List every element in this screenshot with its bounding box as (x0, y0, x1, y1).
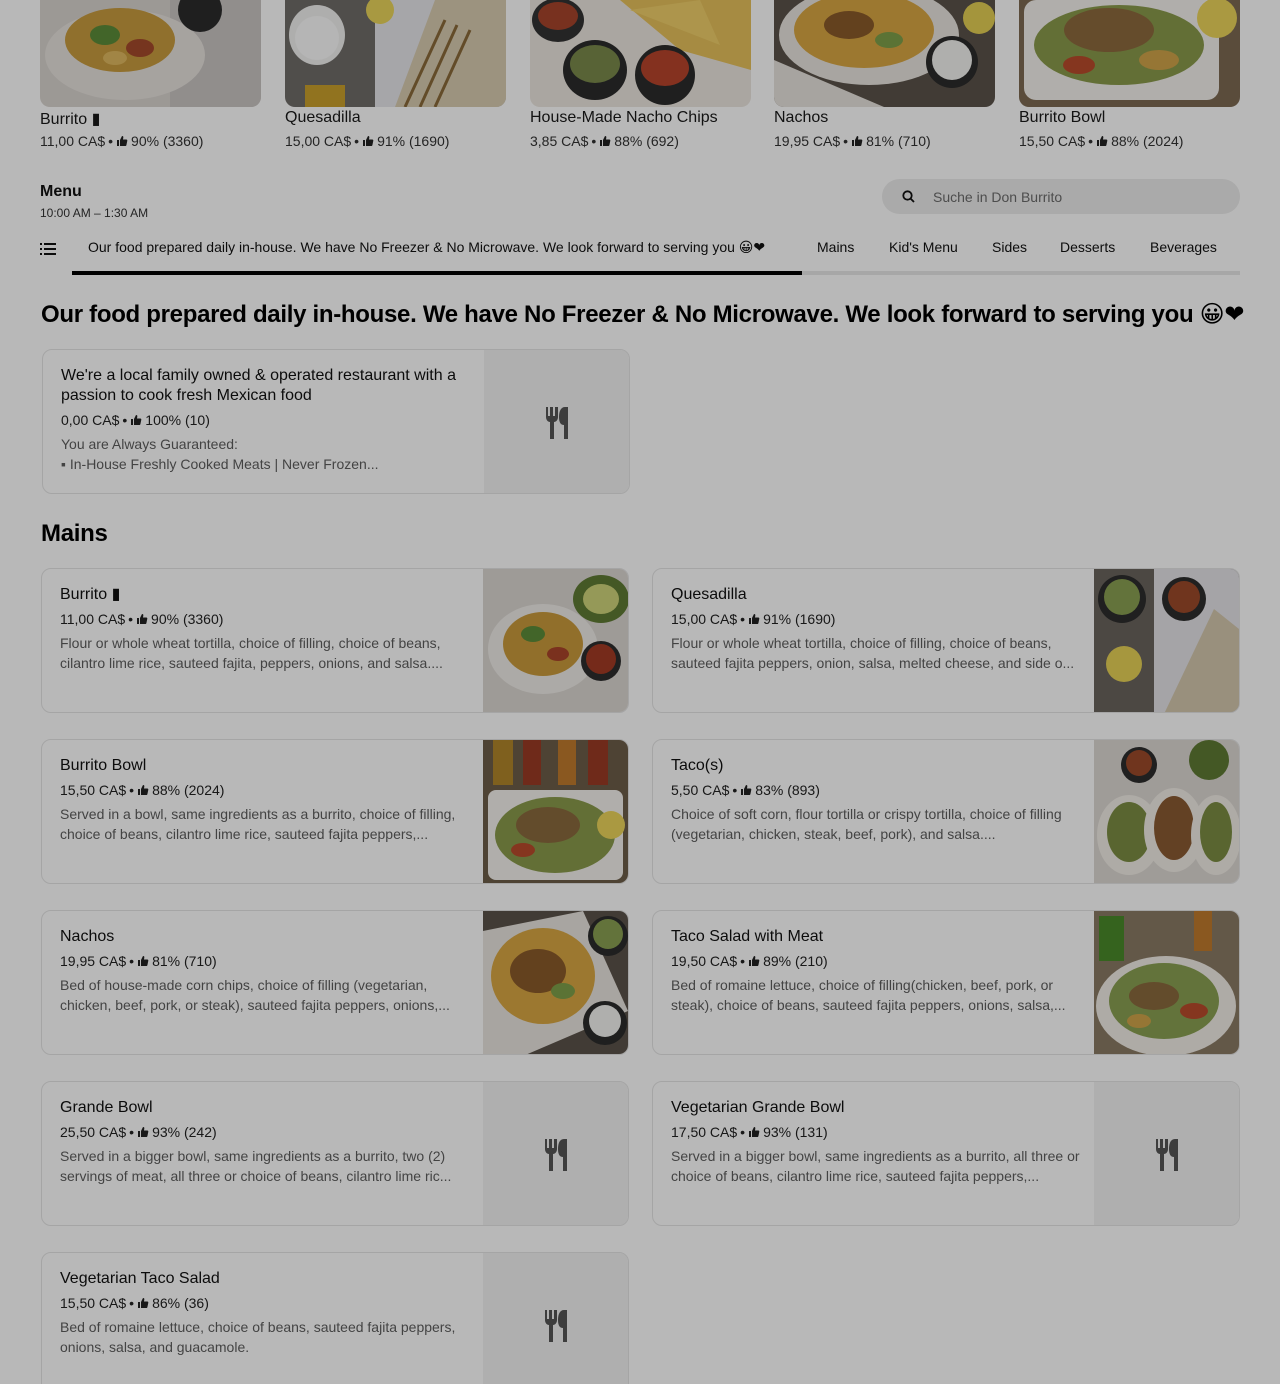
store-page: Burrito ▮ 11,00 CA$ • 90% (3360) Quesadi… (0, 0, 1280, 1384)
modal-backdrop[interactable] (0, 0, 1280, 1384)
